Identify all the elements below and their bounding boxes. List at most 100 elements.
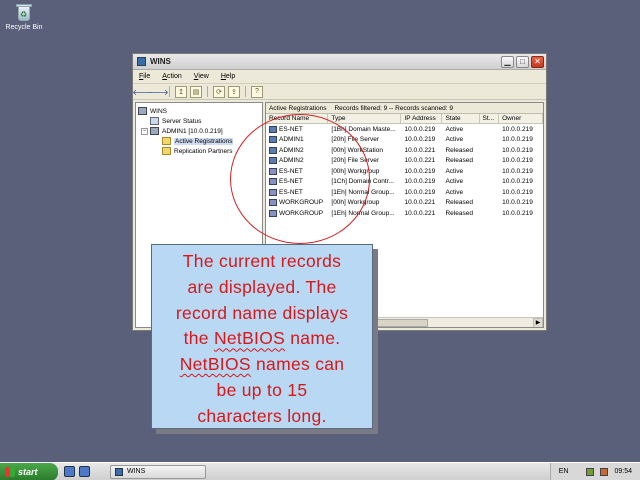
cell-ip-address: 10.0.0.219 bbox=[404, 178, 436, 186]
cell-owner: 10.0.0.219 bbox=[502, 209, 533, 217]
cell-type: [20h] File Server bbox=[331, 157, 380, 165]
tree-item-server-status[interactable]: Server Status bbox=[138, 116, 260, 126]
table-row[interactable]: ES-NET [1Bh] Domain Maste... 10.0.0.219 Act… bbox=[266, 124, 543, 135]
toolbar: 🡐 🡒 ↥ ▤ ⟳ ⇪ ? bbox=[132, 84, 546, 100]
window-titlebar[interactable]: WINS ▁ □ ✕ bbox=[133, 54, 546, 70]
group-record-icon bbox=[269, 209, 277, 217]
windows-flag-icon bbox=[5, 466, 15, 477]
server-icon bbox=[150, 127, 159, 135]
cell-owner: 10.0.0.219 bbox=[502, 125, 533, 133]
menu-action[interactable]: Action bbox=[162, 73, 181, 80]
close-button[interactable]: ✕ bbox=[531, 55, 544, 68]
language-indicator[interactable]: EN bbox=[559, 468, 569, 475]
folder-icon bbox=[162, 147, 171, 155]
maximize-button[interactable]: □ bbox=[516, 55, 529, 68]
table-row[interactable]: ADMIN2 [00h] WorkStation 10.0.0.221 Release… bbox=[266, 145, 543, 156]
records-rows: ES-NET [1Bh] Domain Maste... 10.0.0.219 Act… bbox=[266, 124, 543, 219]
tree-item-wins[interactable]: WINS bbox=[138, 106, 260, 116]
cell-ip-address: 10.0.0.219 bbox=[404, 167, 436, 175]
cell-ip-address: 10.0.0.221 bbox=[404, 157, 436, 165]
scroll-right-icon[interactable]: ▶ bbox=[533, 317, 543, 327]
tree-item-active-registrations[interactable]: Active Registrations bbox=[138, 136, 260, 146]
table-row[interactable]: WORKGROUP [00h] Workgroup 10.0.0.221 Releas… bbox=[266, 198, 543, 209]
table-row[interactable]: ADMIN1 [20h] File Server 10.0.0.219 Active 1… bbox=[266, 135, 543, 146]
cell-type: [1Eh] Normal Group... bbox=[331, 188, 395, 196]
unique-record-icon bbox=[269, 125, 277, 133]
menu-view[interactable]: View bbox=[194, 73, 209, 80]
cell-record-name: ES-NET bbox=[266, 125, 328, 133]
cell-state: Released bbox=[445, 199, 473, 207]
tree-item-admin1[interactable]: − ADMIN1 [10.0.0.219] bbox=[138, 126, 260, 136]
minimize-button[interactable]: ▁ bbox=[501, 55, 514, 68]
column-ip-address[interactable]: IP Address bbox=[401, 114, 443, 123]
internet-explorer-icon[interactable] bbox=[79, 466, 90, 477]
cell-type: [00h] Workgroup bbox=[331, 199, 380, 207]
cell-state: Released bbox=[445, 157, 473, 165]
table-row[interactable]: ADMIN2 [20h] File Server 10.0.0.221 Release… bbox=[266, 156, 543, 167]
folder-icon bbox=[162, 137, 171, 145]
taskbar: start WINS EN 09:54 bbox=[0, 462, 640, 480]
table-row[interactable]: ES-NET [00h] Workgroup 10.0.0.219 Active 10.… bbox=[266, 166, 543, 177]
cell-owner: 10.0.0.219 bbox=[502, 136, 533, 144]
collapse-icon[interactable]: − bbox=[141, 127, 148, 135]
table-row[interactable]: WORKGROUP [1Eh] Normal Group... 10.0.0.221… bbox=[266, 208, 543, 219]
unique-record-icon bbox=[269, 136, 277, 144]
cell-record-name: WORKGROUP bbox=[266, 199, 328, 207]
callout-line: be up to 15 bbox=[216, 379, 308, 400]
cell-owner: 10.0.0.219 bbox=[502, 157, 533, 165]
group-record-icon bbox=[269, 167, 277, 175]
quick-launch bbox=[64, 466, 90, 477]
unique-record-icon bbox=[269, 146, 277, 154]
refresh-icon[interactable]: ⟳ bbox=[213, 85, 225, 98]
export-list-icon[interactable]: ⇪ bbox=[228, 85, 240, 98]
wins-icon bbox=[138, 107, 147, 115]
table-row[interactable]: ES-NET [1Eh] Normal Group... 10.0.0.219 Act… bbox=[266, 187, 543, 198]
start-button[interactable]: start bbox=[0, 462, 58, 480]
volume-icon[interactable] bbox=[600, 467, 609, 476]
wins-app-icon bbox=[115, 467, 123, 476]
column-static[interactable]: St... bbox=[480, 114, 500, 123]
server-status-icon bbox=[150, 117, 159, 125]
menu-file[interactable]: File bbox=[139, 73, 150, 80]
recycle-bin-label: Recycle Bin bbox=[5, 24, 43, 31]
clock: 09:54 bbox=[614, 468, 632, 475]
help-icon[interactable]: ? bbox=[251, 85, 263, 98]
system-tray: EN 09:54 bbox=[549, 462, 640, 480]
table-row[interactable]: ES-NET [1Ch] Domain Contr... 10.0.0.219 Act… bbox=[266, 177, 543, 188]
column-type[interactable]: Type bbox=[328, 114, 402, 123]
cell-record-name: ES-NET bbox=[266, 178, 328, 186]
cell-ip-address: 10.0.0.219 bbox=[404, 125, 436, 133]
cell-record-name: ADMIN2 bbox=[266, 146, 328, 154]
cell-type: [20h] File Server bbox=[331, 136, 380, 144]
column-state[interactable]: State bbox=[442, 114, 480, 123]
cell-record-name: ADMIN2 bbox=[266, 157, 328, 165]
list-header: Active Registrations Records filtered: 9… bbox=[266, 103, 543, 114]
cell-state: Active bbox=[445, 188, 464, 196]
cell-record-name: ES-NET bbox=[266, 188, 328, 196]
cell-record-name: ADMIN1 bbox=[266, 136, 328, 144]
cell-ip-address: 10.0.0.219 bbox=[404, 188, 436, 196]
callout-line: characters long. bbox=[197, 405, 327, 426]
cell-type: [1Ch] Domain Contr... bbox=[331, 178, 394, 186]
show-desktop-icon[interactable] bbox=[64, 466, 75, 477]
tree-item-replication-partners[interactable]: Replication Partners bbox=[138, 146, 260, 156]
recycle-bin-desktop-icon[interactable]: ♻ Recycle Bin bbox=[4, 2, 44, 31]
taskbar-button-wins[interactable]: WINS bbox=[110, 464, 206, 479]
cell-ip-address: 10.0.0.221 bbox=[404, 209, 436, 217]
up-folder-icon[interactable]: ↥ bbox=[175, 85, 187, 98]
cell-state: Released bbox=[445, 146, 473, 154]
cell-owner: 10.0.0.219 bbox=[502, 178, 533, 186]
menu-help[interactable]: Help bbox=[221, 73, 235, 80]
callout-line: the NetBIOS name. bbox=[183, 328, 341, 349]
column-headers: Record Name Type IP Address State St... … bbox=[266, 114, 543, 124]
group-record-icon bbox=[269, 188, 277, 196]
list-title: Active Registrations bbox=[269, 104, 327, 112]
forward-arrow-icon[interactable]: 🡒 bbox=[147, 86, 168, 98]
column-owner[interactable]: Owner bbox=[499, 114, 543, 123]
show-hide-tree-icon[interactable]: ▤ bbox=[190, 85, 202, 98]
network-icon[interactable] bbox=[586, 467, 595, 476]
cell-state: Released bbox=[445, 209, 473, 217]
cell-record-name: WORKGROUP bbox=[266, 209, 328, 217]
column-record-name[interactable]: Record Name bbox=[266, 114, 329, 123]
cell-owner: 10.0.0.219 bbox=[502, 199, 533, 207]
